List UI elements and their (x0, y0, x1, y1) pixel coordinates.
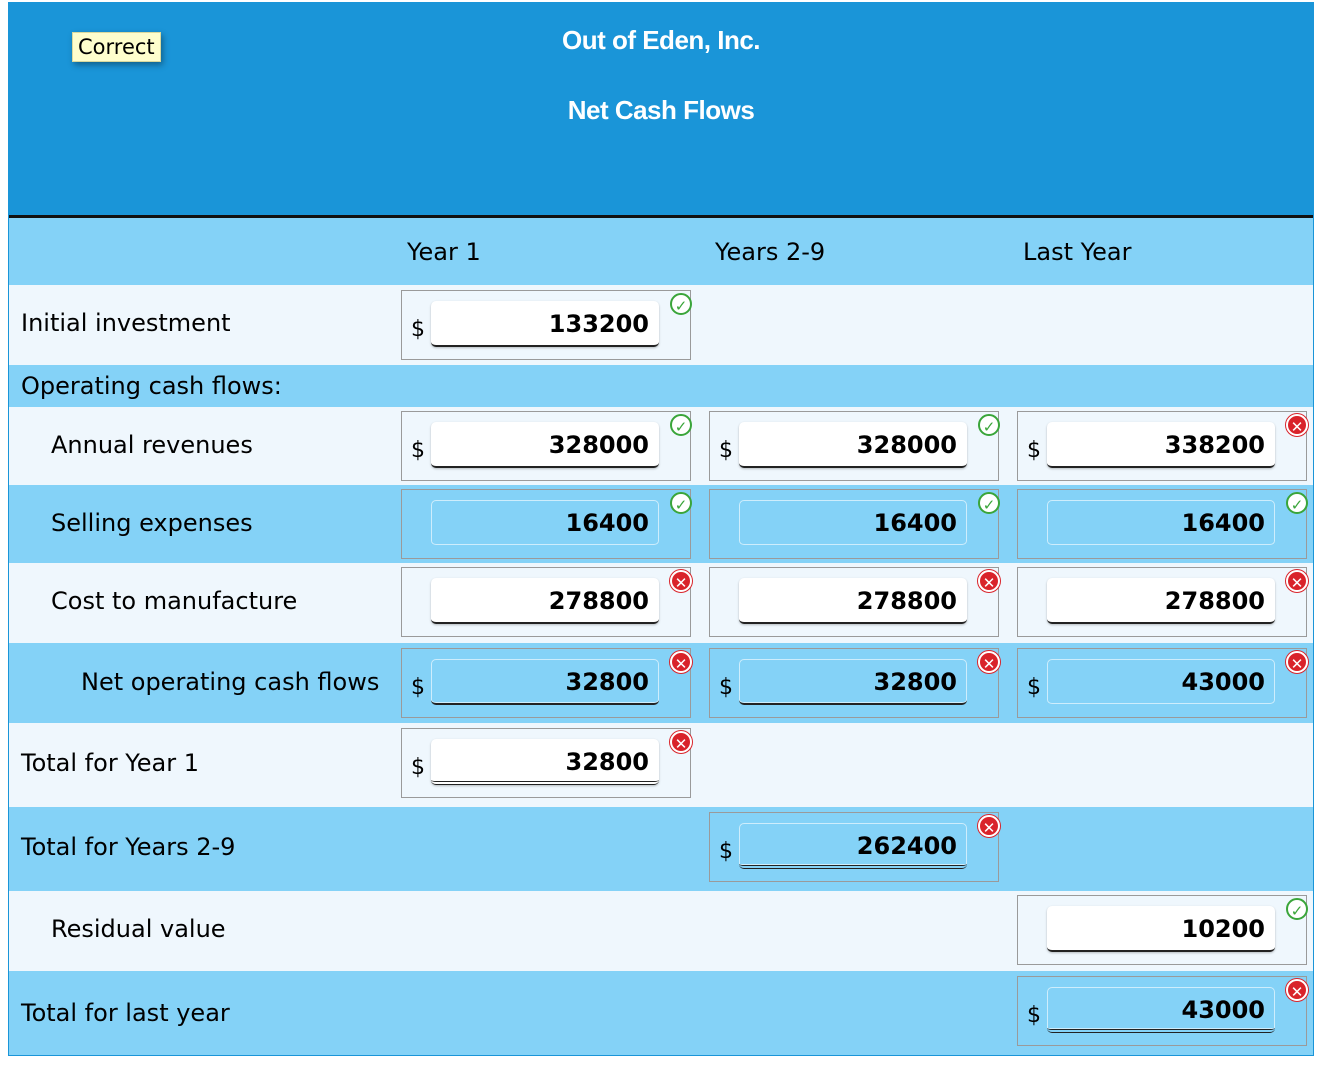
selling-expenses-last-year-input[interactable]: 16400 (1047, 500, 1275, 546)
cost-to-manufacture-last-year-input[interactable]: 278800 (1047, 578, 1275, 624)
cell-cost-to-manufacture-year1: 278800 ✕ (401, 567, 692, 637)
dollar-sign: $ (1027, 1003, 1041, 1028)
column-header-year1: Year 1 (407, 238, 481, 266)
row-label: Initial investment (21, 309, 231, 337)
dollar-sign: $ (411, 438, 425, 463)
cell-selling-expenses-year1: 16400 ✓ (401, 489, 692, 559)
company-name: Out of Eden, Inc. (561, 25, 761, 55)
total-year1-input[interactable]: 32800 (431, 739, 659, 785)
x-circle-icon: ✕ (1286, 570, 1308, 592)
column-header-years2-9: Years 2-9 (715, 238, 826, 266)
selling-expenses-years2-9-input[interactable]: 16400 (739, 500, 967, 546)
row-label: Net operating cash flows (81, 668, 380, 696)
row-selling-expenses: Selling expenses 16400 ✓ 16400 ✓ 16400 ✓ (9, 485, 1313, 563)
section-label: Operating cash flows: (21, 372, 282, 400)
dollar-sign: $ (411, 755, 425, 780)
row-total-years2-9: Total for Years 2-9 $ 262400 ✕ (9, 807, 1313, 891)
cell-total-year1: $ 32800 ✕ (401, 728, 692, 798)
row-annual-revenues: Annual revenues $ 328000 ✓ $ 328000 ✓ $ … (9, 407, 1313, 485)
x-circle-icon: ✕ (670, 731, 692, 753)
cell-net-operating-years2-9: $ 32800 ✕ (709, 648, 1000, 718)
dollar-sign: $ (1027, 438, 1041, 463)
check-circle-icon: ✓ (670, 414, 692, 436)
cell-selling-expenses-last-year: 16400 ✓ (1017, 489, 1308, 559)
annual-revenues-year1-input[interactable]: 328000 (431, 422, 659, 468)
cell-annual-revenues-year1: $ 328000 ✓ (401, 411, 692, 481)
row-residual-value: Residual value 10200 ✓ (9, 891, 1313, 971)
check-circle-icon: ✓ (670, 293, 692, 315)
selling-expenses-year1-input[interactable]: 16400 (431, 500, 659, 546)
check-circle-icon: ✓ (978, 414, 1000, 436)
x-circle-icon: ✕ (670, 651, 692, 673)
row-total-year1: Total for Year 1 $ 32800 ✕ (9, 723, 1313, 807)
schedule-title: Net Cash Flows (567, 95, 755, 125)
dollar-sign: $ (411, 675, 425, 700)
x-circle-icon: ✕ (1286, 979, 1308, 1001)
dollar-sign: $ (1027, 675, 1041, 700)
panel-header: Correct Out of Eden, Inc. Net Cash Flows (9, 3, 1313, 215)
row-label: Total for last year (21, 999, 230, 1027)
dollar-sign: $ (719, 839, 733, 864)
annual-revenues-years2-9-input[interactable]: 328000 (739, 422, 967, 468)
cost-to-manufacture-years2-9-input[interactable]: 278800 (739, 578, 967, 624)
cost-to-manufacture-year1-input[interactable]: 278800 (431, 578, 659, 624)
row-label: Annual revenues (51, 431, 253, 459)
cell-cost-to-manufacture-years2-9: 278800 ✕ (709, 567, 1000, 637)
cell-residual-value-last-year: 10200 ✓ (1017, 895, 1308, 965)
total-years2-9-input[interactable]: 262400 (739, 823, 967, 869)
column-header-last-year: Last Year (1023, 238, 1132, 266)
row-label: Residual value (51, 915, 226, 943)
check-circle-icon: ✓ (670, 492, 692, 514)
net-operating-year1-input[interactable]: 32800 (431, 659, 659, 705)
row-initial-investment: Initial investment $ 133200 ✓ (9, 285, 1313, 365)
x-circle-icon: ✕ (978, 651, 1000, 673)
dollar-sign: $ (719, 675, 733, 700)
cell-annual-revenues-last-year: $ 338200 ✕ (1017, 411, 1308, 481)
row-label: Cost to manufacture (51, 587, 298, 615)
cell-net-operating-last-year: $ 43000 ✕ (1017, 648, 1308, 718)
row-label: Selling expenses (51, 509, 253, 537)
dollar-sign: $ (719, 438, 733, 463)
row-label: Total for Years 2-9 (21, 833, 236, 861)
cell-selling-expenses-years2-9: 16400 ✓ (709, 489, 1000, 559)
x-circle-icon: ✕ (978, 815, 1000, 837)
cell-initial-investment-year1: $ 133200 ✓ (401, 290, 692, 360)
row-operating-cash-flows-header: Operating cash flows: (9, 365, 1313, 407)
row-total-last-year: Total for last year $ 43000 ✕ (9, 971, 1313, 1055)
row-label: Total for Year 1 (21, 749, 200, 777)
cell-net-operating-year1: $ 32800 ✕ (401, 648, 692, 718)
dollar-sign: $ (411, 317, 425, 342)
cell-cost-to-manufacture-last-year: 278800 ✕ (1017, 567, 1308, 637)
cell-total-years2-9: $ 262400 ✕ (709, 812, 1000, 882)
x-circle-icon: ✕ (978, 570, 1000, 592)
x-circle-icon: ✕ (670, 570, 692, 592)
initial-investment-year1-input[interactable]: 133200 (431, 301, 659, 347)
total-last-year-input[interactable]: 43000 (1047, 987, 1275, 1033)
check-circle-icon: ✓ (978, 492, 1000, 514)
net-cash-flows-panel: Correct Out of Eden, Inc. Net Cash Flows… (8, 2, 1314, 1056)
check-circle-icon: ✓ (1286, 492, 1308, 514)
row-cost-to-manufacture: Cost to manufacture 278800 ✕ 278800 ✕ 27… (9, 563, 1313, 643)
cell-total-last-year: $ 43000 ✕ (1017, 976, 1308, 1046)
check-circle-icon: ✓ (1286, 898, 1308, 920)
x-circle-icon: ✕ (1286, 651, 1308, 673)
annual-revenues-last-year-input[interactable]: 338200 (1047, 422, 1275, 468)
net-operating-last-year-input[interactable]: 43000 (1047, 659, 1275, 705)
row-net-operating-cash-flows: Net operating cash flows $ 32800 ✕ $ 328… (9, 643, 1313, 723)
residual-value-last-year-input[interactable]: 10200 (1047, 906, 1275, 952)
x-circle-icon: ✕ (1286, 414, 1308, 436)
net-operating-years2-9-input[interactable]: 32800 (739, 659, 967, 705)
cell-annual-revenues-years2-9: $ 328000 ✓ (709, 411, 1000, 481)
column-header-row: Year 1 Years 2-9 Last Year (9, 218, 1313, 285)
